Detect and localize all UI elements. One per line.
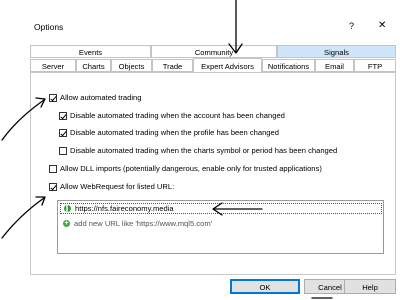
tab-expert-advisors[interactable]: Expert Advisors (193, 58, 262, 73)
allow-webrequest-option[interactable]: Allow WebRequest for listed URL: (49, 181, 174, 192)
allow-dll-imports-checkbox[interactable] (49, 164, 57, 173)
allow-webrequest-checkbox[interactable] (49, 182, 57, 191)
tab-charts[interactable]: Charts (76, 59, 111, 72)
allow-dll-imports-option[interactable]: Allow DLL imports (potentially dangerous… (49, 163, 322, 174)
allow-automated-trading-option[interactable]: Allow automated trading (49, 92, 141, 103)
url-list[interactable]: https://nfs.faireconomy.media + add new … (57, 200, 384, 254)
disable-on-symbol-change-checkbox[interactable] (59, 146, 67, 155)
tab-server[interactable]: Server (30, 59, 76, 72)
url-list-item[interactable]: https://nfs.faireconomy.media (60, 203, 382, 214)
disable-on-symbol-change-label: Disable automated trading when the chart… (70, 146, 338, 155)
tab-community[interactable]: Community (151, 45, 277, 58)
globe-icon (64, 205, 71, 212)
allow-dll-imports-label: Allow DLL imports (potentially dangerous… (60, 164, 322, 173)
help-button[interactable]: Help (344, 279, 396, 294)
ok-button[interactable]: OK (230, 279, 300, 294)
url-text: https://nfs.faireconomy.media (75, 204, 174, 213)
disable-on-profile-change-label: Disable automated trading when the profi… (70, 128, 279, 137)
tab-notifications[interactable]: Notifications (262, 59, 315, 72)
tab-trade[interactable]: Trade (152, 59, 193, 72)
disable-on-symbol-change-option[interactable]: Disable automated trading when the chart… (59, 145, 337, 156)
allow-automated-trading-label: Allow automated trading (60, 93, 142, 102)
window-title: Options (34, 22, 64, 32)
disable-on-account-change-option[interactable]: Disable automated trading when the accou… (59, 110, 285, 121)
disable-on-profile-change-option[interactable]: Disable automated trading when the profi… (59, 127, 279, 138)
tab-objects[interactable]: Objects (111, 59, 152, 72)
tab-events[interactable]: Events (30, 45, 151, 58)
allow-webrequest-label: Allow WebRequest for listed URL: (60, 182, 175, 191)
tab-email[interactable]: Email (315, 59, 354, 72)
options-dialog: Options ? ✕ Events Community Signals Ser… (0, 0, 400, 300)
disable-on-profile-change-checkbox[interactable] (59, 128, 67, 137)
close-icon[interactable]: ✕ (378, 20, 386, 31)
tab-ftp[interactable]: FTP (354, 59, 396, 72)
add-icon: + (63, 220, 70, 227)
disable-on-account-change-label: Disable automated trading when the accou… (70, 111, 285, 120)
tab-signals[interactable]: Signals (277, 45, 396, 58)
allow-automated-trading-checkbox[interactable] (49, 93, 57, 102)
disable-on-account-change-checkbox[interactable] (59, 111, 67, 120)
add-url-placeholder: add new URL like 'https://www.mql5.com' (74, 219, 213, 228)
add-url-row[interactable]: + add new URL like 'https://www.mql5.com… (60, 218, 382, 229)
help-icon[interactable]: ? (349, 21, 354, 31)
title-bar: Options ? ✕ (0, 17, 400, 37)
